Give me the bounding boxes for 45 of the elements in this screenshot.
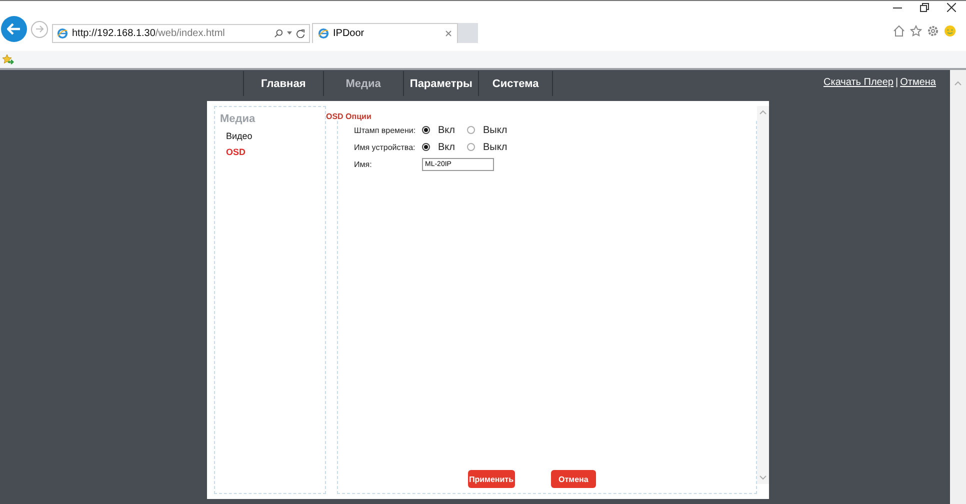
radio-button[interactable] (422, 126, 430, 134)
option-label: Выкл (483, 142, 508, 152)
scroll-up-icon[interactable] (954, 80, 962, 86)
apply-button[interactable]: Применить (468, 470, 515, 488)
arrow-right-icon (35, 25, 44, 33)
browser-tab[interactable]: IPDoor (312, 23, 458, 43)
radio-button[interactable] (467, 143, 475, 151)
radio-button[interactable] (467, 126, 475, 134)
sidebar-item[interactable]: Видео (226, 131, 320, 141)
header-link[interactable]: Отмена (900, 77, 936, 88)
section-title: OSD Опции (326, 112, 372, 121)
caret-icon[interactable] (287, 31, 292, 35)
browser-logo-icon (318, 28, 329, 39)
forward-button[interactable] (31, 20, 48, 38)
nav-tab[interactable]: Медиа (324, 71, 404, 96)
back-button[interactable] (1, 16, 27, 42)
arrow-left-icon (7, 23, 21, 35)
scroll-down-icon[interactable] (759, 475, 767, 481)
sidebar-item[interactable]: OSD (226, 147, 320, 157)
nav-tab[interactable]: Параметры (404, 71, 480, 96)
address-field[interactable]: http://192.168.1.30/web/index.html (52, 24, 310, 42)
nav-tab[interactable]: Система (479, 71, 553, 96)
favorites-star-icon[interactable] (2, 54, 14, 65)
refresh-icon[interactable] (296, 28, 305, 38)
sidebar-title: Медиа (220, 113, 256, 125)
option-label: Вкл (438, 142, 455, 152)
home-icon[interactable] (893, 25, 905, 37)
browser-logo-icon (57, 28, 68, 38)
star-icon[interactable] (910, 25, 922, 37)
nav-tab[interactable]: Главная (243, 71, 324, 96)
restore-icon[interactable] (920, 3, 929, 12)
field-label: Имя устройства: (354, 142, 416, 152)
smiley-icon[interactable] (944, 25, 956, 37)
field-label: Штамп времени: (354, 126, 417, 134)
settings-icon[interactable] (927, 25, 939, 37)
option-label: Вкл (438, 124, 455, 136)
search-icon[interactable] (274, 28, 283, 38)
scroll-up-icon[interactable] (759, 109, 767, 115)
option-label: Выкл (483, 124, 508, 136)
radio-button[interactable] (422, 143, 430, 151)
header-link[interactable]: Скачать Плеер (824, 77, 894, 88)
field-label: Имя: (354, 160, 373, 168)
separator: | (896, 77, 898, 88)
cancel-button[interactable]: Отмена (550, 470, 596, 488)
close-icon[interactable] (947, 3, 956, 12)
